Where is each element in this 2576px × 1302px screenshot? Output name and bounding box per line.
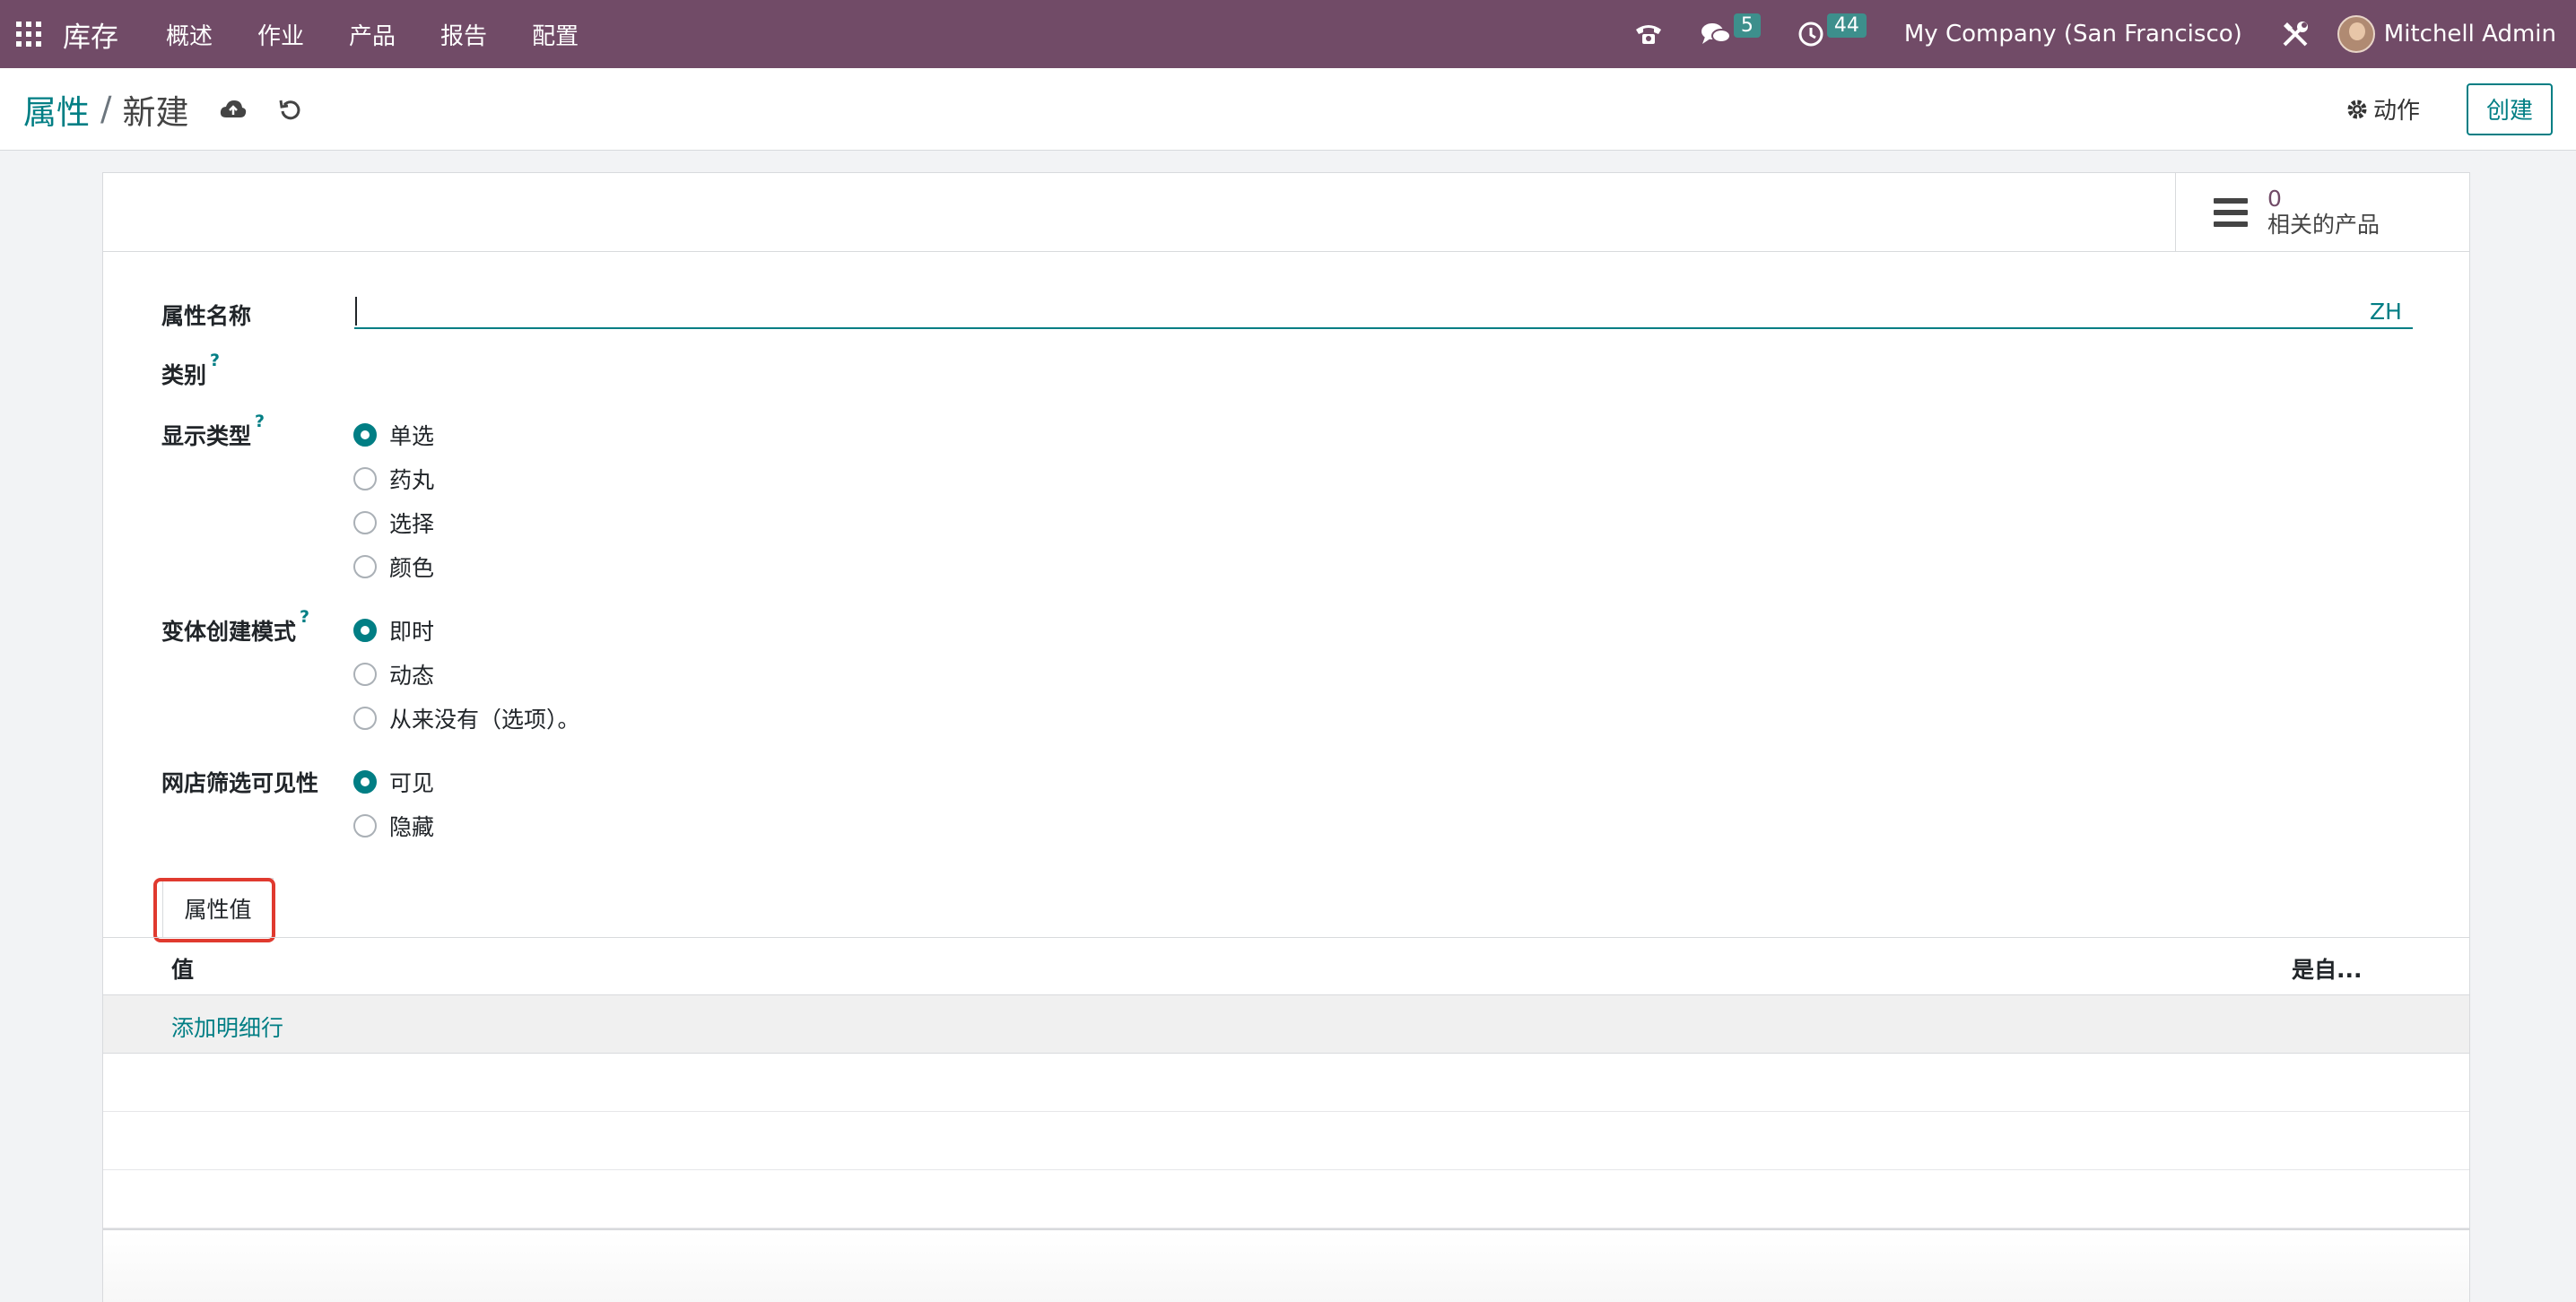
phone-icon[interactable]: [1633, 21, 1664, 48]
action-label: 动作: [2372, 98, 2420, 125]
radio-checked-icon: [353, 770, 377, 794]
display-type-help-icon[interactable]: ?: [255, 412, 265, 431]
values-list-header: 值 是自...: [103, 938, 2469, 995]
app-name[interactable]: 库存: [63, 14, 118, 55]
gear-icon: [2347, 100, 2367, 118]
display-type-radio-option[interactable]: 单选: [353, 419, 434, 451]
related-products-button[interactable]: 0 相关的产品: [2175, 173, 2469, 252]
display-type-label: 显示类型?: [161, 412, 265, 451]
attribute-name-input[interactable]: [354, 290, 2413, 329]
sheet-footer: [103, 1231, 2469, 1302]
messages-badge: 5: [1733, 13, 1761, 38]
category-label: 类别?: [161, 351, 220, 390]
visibility-radio-option[interactable]: 可见: [353, 766, 434, 798]
variant-mode-radio-option[interactable]: 即时: [353, 614, 434, 647]
top-navbar: 库存 概述 作业 产品 报告 配置 5 44 My Company (San F…: [0, 0, 2576, 68]
create-button[interactable]: 创建: [2467, 82, 2553, 135]
list-bottom-border: [103, 1228, 2469, 1230]
add-line-button[interactable]: 添加明细行: [171, 1011, 283, 1043]
tab-attribute-values[interactable]: 属性值: [162, 878, 274, 937]
button-box: 0 相关的产品: [103, 173, 2469, 252]
visibility-radio-option[interactable]: 隐藏: [353, 810, 434, 842]
tools-icon[interactable]: [2280, 19, 2311, 49]
display-type-radio-option[interactable]: 颜色: [353, 551, 434, 583]
radio-unchecked-icon: [353, 467, 377, 490]
avatar[interactable]: [2337, 15, 2375, 53]
related-products-label: 相关的产品: [2267, 212, 2380, 238]
clock-icon[interactable]: 44: [1797, 13, 1867, 48]
breadcrumb: 属性 / 新建: [23, 85, 188, 134]
related-products-count: 0: [2267, 186, 2282, 213]
control-panel: 属性 / 新建 动作 创建: [0, 68, 2576, 151]
language-button[interactable]: ZH: [2370, 299, 2402, 325]
attribute-name-label: 属性名称: [161, 303, 252, 329]
category-label-text: 类别: [161, 362, 207, 388]
main-menu: 概述 作业 产品 报告 配置: [144, 18, 601, 51]
list-icon: [2214, 198, 2248, 227]
user-menu[interactable]: Mitchell Admin: [2384, 21, 2556, 48]
activities-badge: 44: [1826, 13, 1867, 38]
radio-unchecked-icon: [353, 663, 377, 686]
column-header-is-custom[interactable]: 是自...: [2292, 952, 2363, 985]
menu-item-products[interactable]: 产品: [326, 18, 418, 51]
variant-mode-help-icon[interactable]: ?: [300, 607, 309, 627]
radio-checked-icon: [353, 423, 377, 447]
action-button[interactable]: 动作: [2346, 92, 2420, 126]
chat-icon[interactable]: 5: [1700, 13, 1761, 48]
breadcrumb-separator: /: [100, 90, 112, 128]
display-type-radio-option[interactable]: 选择: [353, 507, 434, 539]
text-caret: [355, 297, 357, 326]
menu-item-overview[interactable]: 概述: [144, 18, 235, 51]
discard-icon[interactable]: [278, 97, 303, 122]
apps-grid-icon[interactable]: [16, 22, 41, 47]
menu-item-operations[interactable]: 作业: [235, 18, 326, 51]
table-row: [103, 1170, 2469, 1228]
breadcrumb-parent[interactable]: 属性: [23, 85, 90, 134]
breadcrumb-current: 新建: [122, 92, 189, 132]
form-sheet: 0 相关的产品 属性名称 ZH 类别? 显示类型? 单选 药丸 选择 颜色 变体…: [102, 172, 2470, 1302]
display-type-label-text: 显示类型: [161, 423, 252, 449]
radio-unchecked-icon: [353, 814, 377, 838]
visibility-label: 网店筛选可见性: [161, 770, 319, 796]
add-line-row: 添加明细行: [103, 995, 2469, 1054]
menu-item-reporting[interactable]: 报告: [418, 18, 509, 51]
company-switcher[interactable]: My Company (San Francisco): [1904, 21, 2242, 48]
category-help-icon[interactable]: ?: [210, 351, 220, 370]
table-row: [103, 1054, 2469, 1112]
variant-mode-label-text: 变体创建模式: [161, 619, 297, 645]
table-row: [103, 1112, 2469, 1170]
radio-checked-icon: [353, 619, 377, 642]
menu-item-configuration[interactable]: 配置: [509, 18, 601, 51]
radio-unchecked-icon: [353, 555, 377, 578]
display-type-radio-option[interactable]: 药丸: [353, 463, 434, 495]
variant-mode-label: 变体创建模式?: [161, 607, 309, 647]
save-cloud-icon[interactable]: [219, 98, 248, 121]
variant-mode-radio-option[interactable]: 从来没有（选项）。: [353, 702, 580, 734]
variant-mode-radio-option[interactable]: 动态: [353, 658, 434, 690]
radio-unchecked-icon: [353, 707, 377, 730]
column-header-value[interactable]: 值: [171, 952, 194, 985]
radio-unchecked-icon: [353, 511, 377, 534]
